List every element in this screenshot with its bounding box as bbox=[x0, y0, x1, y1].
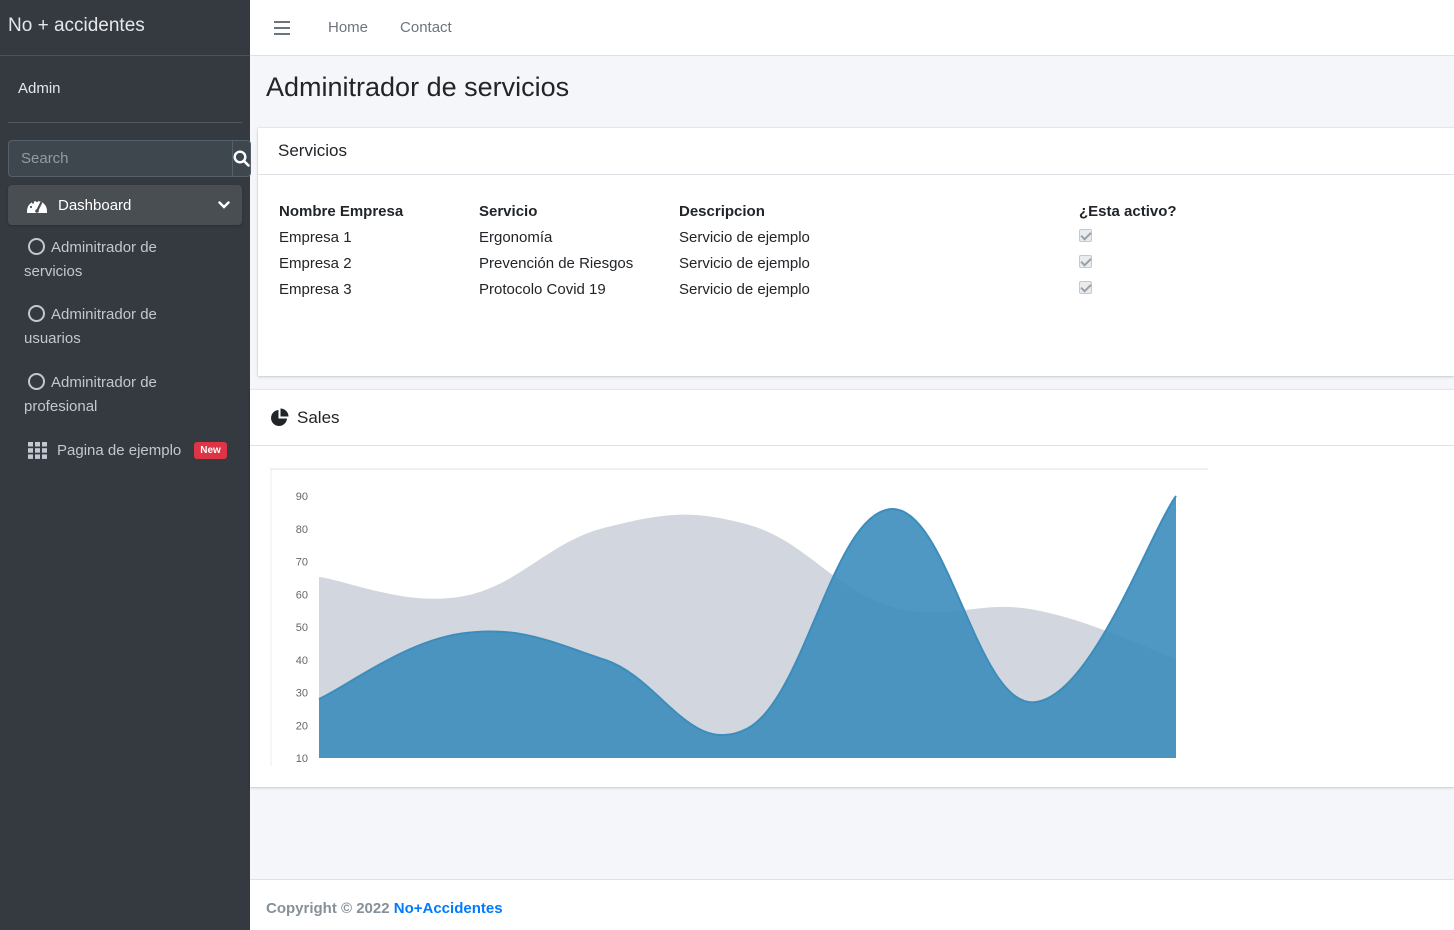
sidebar-item-label-2: servicios bbox=[24, 263, 83, 280]
tachometer-icon bbox=[27, 199, 47, 213]
y-tick-label: 70 bbox=[296, 557, 308, 569]
active-checkbox[interactable] bbox=[1079, 280, 1092, 294]
card-header: Sales bbox=[250, 390, 1454, 446]
sidebar-search bbox=[8, 140, 251, 177]
circle-icon bbox=[28, 373, 45, 390]
pie-chart-icon bbox=[271, 408, 289, 426]
cell-empresa: Empresa 2 bbox=[279, 254, 352, 272]
card-title: Servicios bbox=[258, 128, 1454, 175]
cell-servicio: Prevención de Riesgos bbox=[479, 254, 634, 272]
table-row: Empresa 2 Prevención de Riesgos Servicio… bbox=[279, 250, 1199, 276]
sidebar-item-label: Adminitrador de bbox=[51, 374, 157, 391]
services-card: Servicios Nombre Empresa Servicio Descri… bbox=[258, 128, 1454, 376]
chevron-down-icon bbox=[218, 201, 230, 209]
search-icon bbox=[233, 150, 250, 167]
cell-servicio: Ergonomía bbox=[479, 228, 553, 246]
page-title: Adminitrador de servicios bbox=[266, 72, 570, 102]
sidebar: No + accidentes Admin Dashboard Adminitr… bbox=[0, 0, 251, 930]
footer: Copyright © 2022 No+Accidentes bbox=[250, 879, 1454, 930]
column-header: ¿Esta activo? bbox=[1079, 202, 1177, 220]
column-header: Descripcion bbox=[679, 202, 765, 220]
y-tick-label: 30 bbox=[296, 688, 308, 700]
top-navbar: Home Contact bbox=[250, 0, 1454, 56]
y-tick-label: 80 bbox=[296, 524, 308, 536]
column-header: Servicio bbox=[479, 202, 538, 220]
sales-area-chart: 10 20 30 40 50 60 70 80 90 bbox=[270, 468, 1208, 766]
sidebar-item-label-2: profesional bbox=[24, 398, 98, 415]
cell-servicio: Protocolo Covid 19 bbox=[479, 280, 606, 298]
hamburger-menu-icon[interactable] bbox=[274, 20, 290, 35]
y-tick-label: 50 bbox=[296, 622, 308, 634]
table-row: Empresa 1 Ergonomía Servicio de ejemplo bbox=[279, 224, 1199, 250]
grid-icon bbox=[28, 441, 47, 459]
cell-descripcion: Servicio de ejemplo bbox=[679, 254, 810, 272]
copyright-text: Copyright © 2022 bbox=[266, 900, 394, 917]
sidebar-item-dashboard[interactable]: Dashboard bbox=[8, 185, 242, 225]
cell-empresa: Empresa 1 bbox=[279, 228, 352, 246]
sidebar-item-label: Adminitrador de bbox=[51, 239, 157, 256]
table-header-row: Nombre Empresa Servicio Descripcion ¿Est… bbox=[279, 198, 1199, 224]
card-title: Sales bbox=[297, 407, 340, 427]
circle-icon bbox=[28, 238, 45, 255]
new-badge: New bbox=[194, 441, 227, 459]
nav-link-contact[interactable]: Contact bbox=[400, 19, 452, 36]
sidebar-item-usuarios[interactable]: Adminitrador de usuarios bbox=[24, 303, 224, 351]
y-tick-label: 60 bbox=[296, 589, 308, 601]
active-checkbox[interactable] bbox=[1079, 228, 1092, 242]
sidebar-item-label: Pagina de ejemplo bbox=[57, 441, 182, 459]
sidebar-item-servicios[interactable]: Adminitrador de servicios bbox=[24, 236, 224, 284]
table-row: Empresa 3 Protocolo Covid 19 Servicio de… bbox=[279, 276, 1199, 302]
cell-descripcion: Servicio de ejemplo bbox=[679, 280, 810, 298]
sidebar-item-label: Dashboard bbox=[58, 196, 132, 214]
y-tick-label: 40 bbox=[296, 655, 308, 667]
active-checkbox[interactable] bbox=[1079, 254, 1092, 268]
nav-link-home[interactable]: Home bbox=[328, 19, 368, 36]
brand-text[interactable]: No + accidentes bbox=[0, 0, 250, 56]
search-button[interactable] bbox=[232, 140, 251, 177]
footer-link[interactable]: No+Accidentes bbox=[394, 900, 503, 917]
circle-icon bbox=[28, 305, 45, 322]
sidebar-item-profesional[interactable]: Adminitrador de profesional bbox=[24, 371, 224, 419]
y-tick-label: 90 bbox=[296, 491, 308, 503]
sidebar-item-label-2: usuarios bbox=[24, 330, 81, 347]
y-tick-label: 10 bbox=[296, 753, 308, 765]
column-header: Nombre Empresa bbox=[279, 202, 404, 220]
sidebar-item-label: Adminitrador de bbox=[51, 306, 157, 323]
sales-card: Sales 10 20 30 40 50 60 70 80 90 bbox=[250, 390, 1454, 787]
cell-descripcion: Servicio de ejemplo bbox=[679, 228, 810, 246]
user-name[interactable]: Admin bbox=[8, 56, 242, 123]
sidebar-item-pagina-ejemplo[interactable]: Pagina de ejemplo New bbox=[28, 438, 228, 462]
cell-empresa: Empresa 3 bbox=[279, 280, 352, 298]
services-table: Nombre Empresa Servicio Descripcion ¿Est… bbox=[279, 198, 1199, 302]
y-tick-label: 20 bbox=[296, 720, 308, 732]
search-input[interactable] bbox=[8, 140, 232, 177]
